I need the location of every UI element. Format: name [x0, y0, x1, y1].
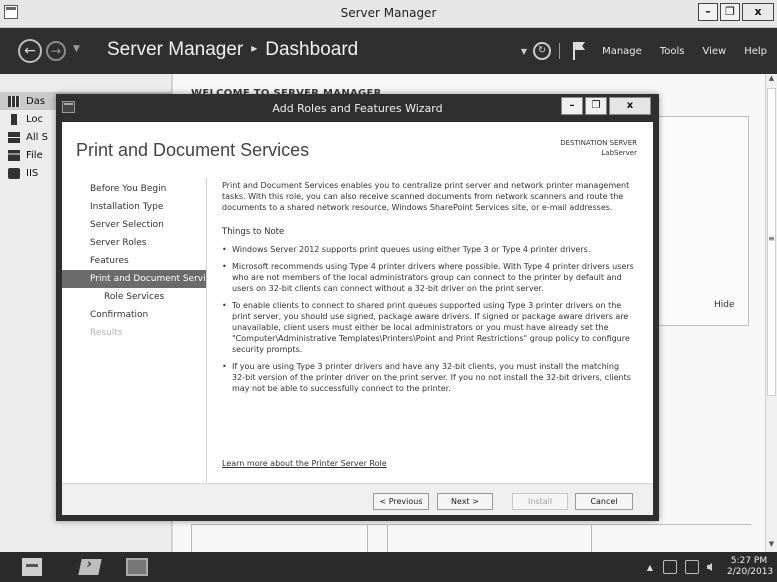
wizard-minimize-button[interactable]: –	[561, 97, 583, 115]
sidebar-item-iis[interactable]: IIS	[8, 164, 38, 182]
refresh-icon[interactable]: ↻	[533, 42, 552, 60]
destination-server: DESTINATION SERVER LabServer	[560, 138, 637, 158]
scroll-up-icon[interactable]: ▲	[766, 74, 777, 86]
add-roles-wizard-dialog: Add Roles and Features Wizard – ❐ x Prin…	[56, 94, 659, 521]
destination-server-label: DESTINATION SERVER	[560, 139, 637, 147]
role-description: Print and Document Services enables you …	[222, 181, 630, 212]
show-hidden-icons-icon[interactable]: ▲	[647, 563, 653, 572]
network-icon[interactable]	[685, 560, 699, 574]
clock-date: 2/20/2013	[727, 567, 774, 577]
breadcrumb-root: Server Manager	[107, 39, 244, 60]
notifications-flag-icon[interactable]	[572, 42, 586, 60]
step-role-services[interactable]: Role Services	[62, 288, 206, 306]
wizard-steps-nav: Before You Begin Installation Type Serve…	[62, 180, 206, 342]
step-before-you-begin[interactable]: Before You Begin	[62, 180, 206, 198]
dashboard-tiles-outline	[191, 524, 751, 553]
sidebar-item-label: Loc	[26, 113, 44, 125]
window-controls: – ❐ x	[698, 3, 774, 21]
sidebar-item-label: Das	[26, 95, 46, 107]
close-button[interactable]: x	[742, 3, 774, 21]
sidebar-item-label: File	[26, 149, 43, 161]
scroll-grip-icon: ≡	[768, 234, 775, 243]
notes-list: Windows Server 2012 supports print queue…	[222, 244, 634, 394]
scroll-down-icon[interactable]: ▼	[766, 540, 777, 552]
wizard-footer: < Previous Next > Install Cancel	[62, 483, 653, 515]
all-servers-icon	[8, 131, 20, 143]
wizard-close-button[interactable]: x	[609, 97, 651, 115]
previous-button[interactable]: < Previous	[373, 493, 429, 510]
file-storage-icon	[8, 149, 20, 161]
header-divider	[559, 43, 561, 59]
note-item: If you are using Type 3 printer drivers …	[222, 361, 634, 394]
dashboard-icon	[8, 95, 20, 107]
note-item: To enable clients to connect to shared p…	[222, 300, 634, 355]
window-titlebar: Server Manager – ❐ x	[0, 0, 777, 28]
action-center-icon[interactable]	[663, 560, 677, 574]
clock[interactable]: 5:27 PM 2/20/2013	[727, 556, 774, 578]
speaker-icon[interactable]	[707, 560, 719, 574]
wizard-maximize-button[interactable]: ❐	[585, 97, 607, 115]
forward-arrow-icon[interactable]: →	[46, 41, 66, 61]
learn-more-link[interactable]: Learn more about the Printer Server Role	[222, 459, 387, 468]
hide-link[interactable]: Hide	[714, 300, 735, 310]
system-tray: ▲ 5:27 PM 2/20/2013	[647, 552, 774, 582]
menu-manage[interactable]: Manage	[602, 46, 642, 57]
welcome-tile-panel	[653, 116, 749, 326]
header-dropdown-icon[interactable]: ▼	[521, 47, 527, 56]
next-button[interactable]: Next >	[437, 493, 493, 510]
step-confirmation[interactable]: Confirmation	[62, 306, 206, 324]
menu-tools[interactable]: Tools	[660, 46, 685, 57]
breadcrumb-separator-icon: ▸	[251, 41, 258, 55]
header-actions: ▼ ↻ Manage Tools View Help	[521, 28, 777, 74]
step-features[interactable]: Features	[62, 252, 206, 270]
app-header: ← → ▼ Server Manager ▸ Dashboard ▼ ↻ Manag…	[0, 28, 777, 74]
note-item: Windows Server 2012 supports print queue…	[222, 244, 634, 255]
step-server-selection[interactable]: Server Selection	[62, 216, 206, 234]
powershell-taskbar-icon[interactable]	[68, 554, 112, 580]
maximize-button[interactable]: ❐	[720, 3, 740, 21]
iis-icon	[8, 167, 20, 179]
destination-server-value: LabServer	[601, 149, 637, 157]
taskbar: ▲ 5:27 PM 2/20/2013	[0, 552, 777, 582]
sidebar-item-label: All S	[26, 131, 48, 143]
menu-view[interactable]: View	[702, 46, 726, 57]
breadcrumb-page: Dashboard	[265, 39, 359, 60]
server-manager-taskbar-icon[interactable]	[10, 554, 54, 580]
step-print-document-services[interactable]: Print and Document Servi...	[62, 270, 206, 288]
minimize-button[interactable]: –	[698, 3, 718, 21]
breadcrumb: Server Manager ▸ Dashboard	[107, 39, 358, 61]
menu-help[interactable]: Help	[744, 46, 767, 57]
things-to-note-heading: Things to Note	[222, 227, 285, 237]
history-dropdown-icon[interactable]: ▼	[73, 44, 80, 54]
wizard-page-title: Print and Document Services	[76, 140, 310, 160]
step-results: Results	[90, 328, 123, 338]
wizard-window-controls: – ❐ x	[561, 97, 651, 115]
vertical-scrollbar[interactable]: ▲ ≡ ▼	[765, 74, 777, 552]
sidebar-item-label: IIS	[26, 167, 39, 179]
wizard-content: Print and Document Services enables you …	[222, 180, 634, 400]
window-title: Server Manager	[340, 6, 437, 20]
file-explorer-taskbar-icon[interactable]	[116, 554, 160, 580]
sidebar-item-local-server[interactable]: Loc	[8, 110, 43, 128]
back-arrow-icon[interactable]: ←	[18, 39, 42, 63]
step-server-roles[interactable]: Server Roles	[62, 234, 206, 252]
sidebar-item-file-storage[interactable]: File	[8, 146, 43, 164]
note-item: Microsoft recommends using Type 4 printe…	[222, 261, 634, 294]
step-installation-type[interactable]: Installation Type	[62, 198, 206, 216]
wizard-titlebar: Add Roles and Features Wizard – ❐ x	[56, 94, 659, 122]
install-button: Install	[512, 493, 568, 510]
local-server-icon	[11, 113, 17, 125]
cancel-button[interactable]: Cancel	[575, 493, 633, 510]
clock-time: 5:27 PM	[730, 556, 768, 566]
sidebar-item-all-servers[interactable]: All S	[8, 128, 48, 146]
wizard-divider	[206, 178, 207, 488]
wizard-body: Print and Document Services DESTINATION …	[62, 122, 653, 515]
